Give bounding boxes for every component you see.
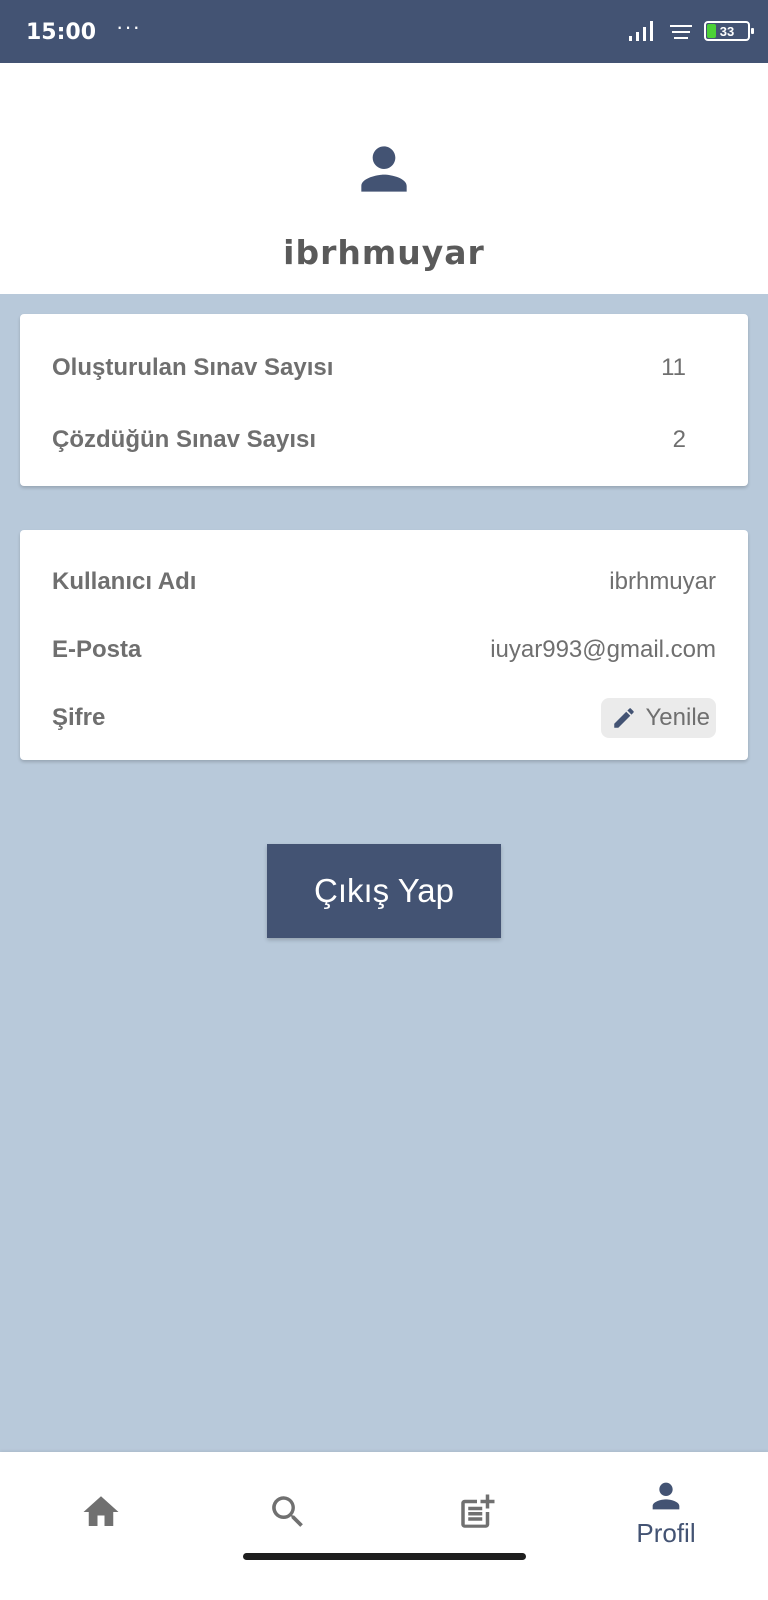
nav-home[interactable]	[5, 1452, 197, 1572]
solved-exams-value: 2	[672, 426, 686, 453]
profile-username: ibrhmuyar	[283, 233, 485, 272]
account-card: Kullanıcı Adı ibrhmuyar E-Posta iuyar993…	[20, 530, 748, 760]
status-time: 15:00	[26, 20, 97, 45]
created-exams-value: 11	[661, 354, 686, 381]
battery-level: 33	[719, 23, 735, 39]
username-value: ibrhmuyar	[609, 568, 716, 595]
person-icon	[652, 1482, 680, 1509]
nav-profile[interactable]: Profil	[570, 1452, 762, 1572]
signal-icon	[629, 21, 653, 41]
username-row: Kullanıcı Adı ibrhmuyar	[52, 562, 716, 602]
created-exams-label: Oluşturulan Sınav Sayısı	[52, 354, 334, 381]
created-exams-row: Oluşturulan Sınav Sayısı 11	[52, 348, 716, 388]
email-label: E-Posta	[52, 636, 142, 663]
nav-profile-label: Profil	[636, 1517, 696, 1548]
notification-dots: ···	[116, 14, 141, 39]
renew-label: Yenile	[645, 704, 710, 731]
home-icon	[83, 1496, 119, 1526]
logout-button[interactable]: Çıkış Yap	[267, 844, 501, 938]
password-label: Şifre	[52, 704, 106, 731]
profile-header: ibrhmuyar	[0, 63, 768, 294]
battery-icon: 33	[704, 21, 754, 41]
solved-exams-row: Çözdüğün Sınav Sayısı 2	[52, 420, 716, 460]
wifi-icon	[670, 25, 692, 39]
edit-icon	[614, 708, 635, 728]
email-row: E-Posta iuyar993@gmail.com	[52, 630, 716, 670]
renew-password-button[interactable]: Yenile	[601, 698, 716, 738]
username-label: Kullanıcı Adı	[52, 568, 197, 595]
status-icons: 33	[628, 20, 754, 42]
status-bar: 15:00 ··· 33	[0, 0, 768, 63]
person-icon	[361, 146, 407, 192]
bottom-nav: Profil	[0, 1452, 768, 1600]
email-value: iuyar993@gmail.com	[490, 636, 716, 663]
stats-card: Oluşturulan Sınav Sayısı 11 Çözdüğün Sın…	[20, 314, 748, 486]
post-add-icon	[461, 1494, 495, 1528]
home-indicator	[243, 1553, 526, 1560]
search-icon	[272, 1496, 303, 1527]
password-row: Şifre Yenile	[52, 698, 716, 738]
solved-exams-label: Çözdüğün Sınav Sayısı	[52, 426, 317, 453]
